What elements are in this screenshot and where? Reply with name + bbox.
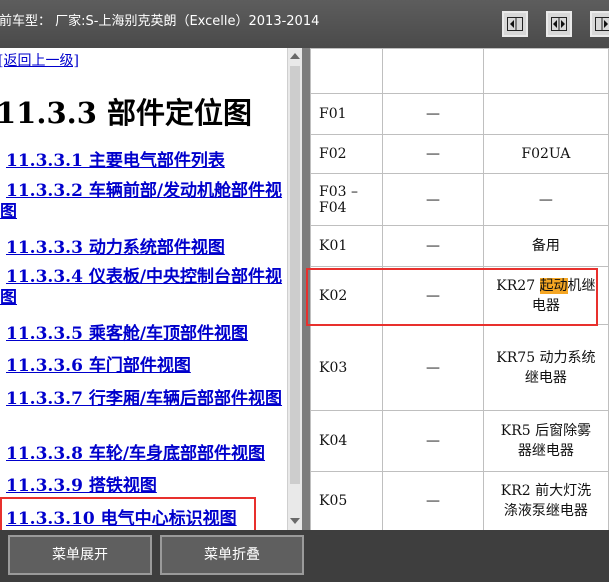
cell-dash: — xyxy=(382,134,484,174)
table-row: F01— xyxy=(310,93,609,135)
toc-item[interactable]: 11.3.3.3 动力系统部件视图 xyxy=(0,238,287,259)
collapse-left-pane-button[interactable] xyxy=(502,11,528,37)
expand-right-pane-icon xyxy=(595,17,609,31)
cell-id xyxy=(310,48,384,94)
cell-dash: — xyxy=(382,471,484,530)
toc-item-label: 11.3.3.8 车轮/车身底部部件视图 xyxy=(6,444,266,464)
toc-item[interactable]: 11.3.3.1 主要电气部件列表 xyxy=(0,151,287,172)
table-row: F03 – F04— — xyxy=(310,173,609,226)
scroll-down-icon[interactable] xyxy=(290,518,300,524)
cell-description xyxy=(482,48,609,94)
table-row: F02— F02UA xyxy=(310,134,609,174)
cell-description: 备用 xyxy=(482,225,609,267)
collapse-menu-button[interactable]: 菜单折叠 xyxy=(160,535,304,575)
table-row: K03— KR75 动力系统继电器 xyxy=(310,324,609,411)
cell-id: K01 xyxy=(310,225,384,267)
cell-id: F03 – F04 xyxy=(310,173,384,226)
vehicle-label: 当前车型： 厂家:S-上海别克英朗（Excelle）2013-2014 xyxy=(0,14,320,29)
back-link[interactable]: [返回上一级] xyxy=(0,50,79,70)
table-row: K04— KR5 后窗除雾器继电器 xyxy=(310,410,609,472)
scrollbar-thumb[interactable] xyxy=(290,66,300,484)
toc-item-label: 11.3.3.4 仪表板/中央控制台部件视图 xyxy=(0,267,283,308)
expand-right-pane-button[interactable] xyxy=(590,11,609,37)
cell-id: F02 xyxy=(310,134,384,174)
scroll-up-icon[interactable] xyxy=(290,53,300,59)
toc-item-label: 11.3.3.2 车辆前部/发动机舱部件视图 xyxy=(0,181,283,222)
toc-item-label: 11.3.3.6 车门部件视图 xyxy=(6,356,191,376)
table-row xyxy=(310,48,609,94)
toc-item[interactable]: 11.3.3.8 车轮/车身底部部件视图 xyxy=(0,444,287,465)
cell-id: K03 xyxy=(310,324,384,411)
toc-item-label: 11.3.3.7 行李厢/车辆后部部件视图 xyxy=(6,389,283,409)
toc-item-label: 11.3.3.3 动力系统部件视图 xyxy=(6,238,225,258)
toc-item-label: 11.3.3.5 乘客舱/车顶部件视图 xyxy=(6,324,249,344)
left-pane-scrollbar[interactable] xyxy=(287,48,302,530)
cell-id: K04 xyxy=(310,410,384,472)
table-row: K05— KR2 前大灯洗涤液泵继电器 xyxy=(310,471,609,530)
toc-item[interactable]: 11.3.3.9 搭铁视图 xyxy=(0,476,287,497)
toc-item-label: 11.3.3.1 主要电气部件列表 xyxy=(6,151,225,171)
expand-menu-button[interactable]: 菜单展开 xyxy=(8,535,152,575)
cell-description xyxy=(482,93,609,135)
left-nav-pane: [返回上一级] 11.3.3 部件定位图 11.3.3.1 主要电气部件列表 11… xyxy=(0,48,287,530)
table-row: K01— 备用 xyxy=(310,225,609,267)
cell-dash xyxy=(382,48,484,94)
cell-dash: — xyxy=(382,93,484,135)
toc-item-label: 11.3.3.9 搭铁视图 xyxy=(6,476,157,496)
collapse-left-pane-icon xyxy=(507,17,523,31)
cell-dash: — xyxy=(382,410,484,472)
top-bar: 当前车型： 厂家:S-上海别克英朗（Excelle）2013-2014 xyxy=(0,0,609,48)
toc-item[interactable]: 11.3.3.4 仪表板/中央控制台部件视图 xyxy=(0,267,287,309)
cell-id: F01 xyxy=(310,93,384,135)
split-panes-icon xyxy=(551,17,567,31)
cell-description: KR2 前大灯洗涤液泵继电器 xyxy=(482,471,609,530)
toc-item[interactable]: 11.3.3.2 车辆前部/发动机舱部件视图 xyxy=(0,181,287,223)
toc-item[interactable]: 11.3.3.5 乘客舱/车顶部件视图 xyxy=(0,324,287,345)
cell-dash: — xyxy=(382,225,484,267)
cell-id: K05 xyxy=(310,471,384,530)
bottom-bar: 菜单展开 菜单折叠 xyxy=(0,530,609,582)
cell-dash: — xyxy=(382,324,484,411)
page-title: 11.3.3 部件定位图 xyxy=(0,96,253,130)
cell-description: KR5 后窗除雾器继电器 xyxy=(482,410,609,472)
annotation-box-toc xyxy=(0,497,256,532)
split-panes-button[interactable] xyxy=(546,11,572,37)
toc-item[interactable]: 11.3.3.7 行李厢/车辆后部部件视图 xyxy=(0,389,287,410)
toc-item[interactable]: 11.3.3.6 车门部件视图 xyxy=(0,356,287,377)
cell-description: F02UA xyxy=(482,134,609,174)
cell-description: — xyxy=(482,173,609,226)
annotation-box-k02 xyxy=(306,268,598,326)
cell-description: KR75 动力系统继电器 xyxy=(482,324,609,411)
cell-dash: — xyxy=(382,173,484,226)
